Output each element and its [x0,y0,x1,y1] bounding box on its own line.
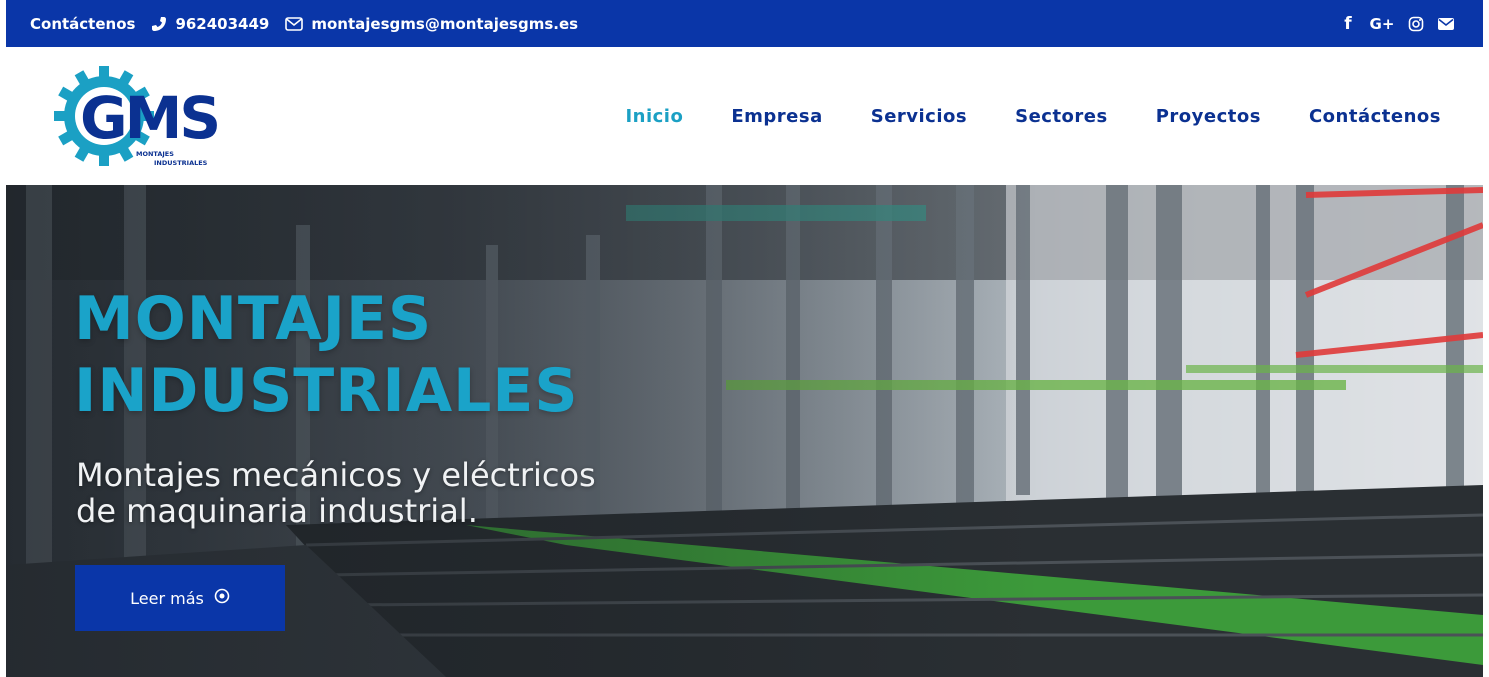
envelope-icon [285,16,304,31]
phone-icon [151,16,167,32]
contact-link[interactable]: Contáctenos [30,15,135,33]
arrow-circle-icon [214,588,230,608]
social-links: f G+ [1339,13,1455,34]
google-plus-icon[interactable]: G+ [1369,15,1395,33]
nav-item-contactenos[interactable]: Contáctenos [1309,106,1441,127]
nav-item-sectores[interactable]: Sectores [1015,106,1108,127]
contact-label: Contáctenos [30,14,136,33]
read-more-label: Leer más [130,588,204,608]
main-nav: Inicio Empresa Servicios Sectores Proyec… [625,47,1441,185]
site-header: GMS MONTAJES INDUSTRIALES Inicio Empresa… [6,47,1483,185]
facebook-glyph: f [1344,13,1352,34]
phone-link[interactable]: 962403449 [151,15,269,33]
site-logo[interactable]: GMS MONTAJES INDUSTRIALES [54,66,244,171]
hero-slider: MONTAJES INDUSTRIALES Montajes mecánicos… [6,185,1483,677]
nav-item-empresa[interactable]: Empresa [731,106,822,127]
hero-title: MONTAJES INDUSTRIALES [74,283,579,427]
email-link[interactable]: montajesgms@montajesgms.es [285,15,578,33]
logo-tagline-line2: INDUSTRIALES [154,159,208,167]
read-more-button[interactable]: Leer más [75,565,285,631]
email-address: montajesgms@montajesgms.es [311,14,579,33]
hero-subtitle-line2: de maquinaria industrial. [76,492,478,530]
gms-logo-icon: GMS MONTAJES INDUSTRIALES [54,66,221,167]
hero-title-line1: MONTAJES [74,284,433,354]
hero-subtitle-line1: Montajes mecánicos y eléctricos [76,456,596,494]
logo-brand: GMS [80,84,218,152]
mail-icon[interactable] [1437,15,1455,33]
hero-subtitle: Montajes mecánicos y eléctricos de maqui… [76,457,696,529]
logo-tagline-line1: MONTAJES [136,150,174,158]
facebook-icon[interactable]: f [1339,13,1357,34]
nav-item-proyectos[interactable]: Proyectos [1156,106,1261,127]
nav-item-inicio[interactable]: Inicio [625,106,683,127]
hero-title-line2: INDUSTRIALES [74,356,579,426]
google-plus-glyph: G+ [1369,14,1395,33]
contact-info: Contáctenos 962403449 montajesgms@montaj… [30,15,578,33]
nav-item-servicios[interactable]: Servicios [871,106,967,127]
phone-number: 962403449 [175,14,270,33]
top-contact-bar: Contáctenos 962403449 montajesgms@montaj… [6,0,1483,47]
instagram-icon[interactable] [1407,15,1425,33]
